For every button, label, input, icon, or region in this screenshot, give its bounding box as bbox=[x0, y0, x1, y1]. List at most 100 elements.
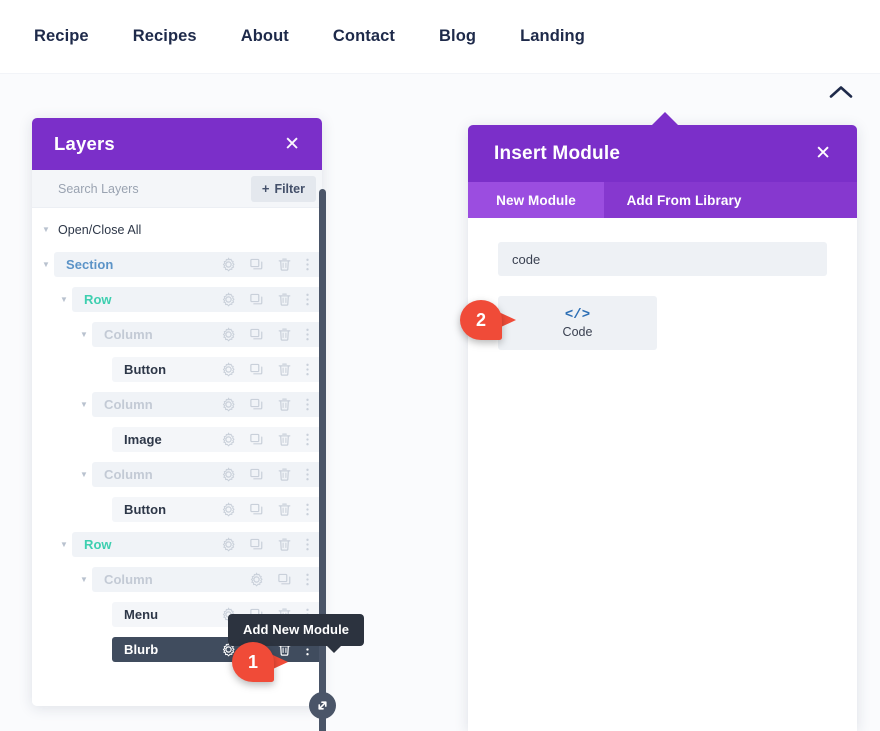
gear-icon[interactable] bbox=[249, 572, 264, 587]
dots-icon[interactable] bbox=[305, 502, 310, 517]
filter-button[interactable]: + Filter bbox=[250, 175, 316, 202]
tree-row-label: Image bbox=[124, 432, 162, 447]
trash-icon[interactable] bbox=[277, 537, 292, 552]
tree-row-pill[interactable]: Column bbox=[92, 567, 322, 592]
dots-icon[interactable] bbox=[305, 537, 310, 552]
trash-icon[interactable] bbox=[277, 502, 292, 517]
duplicate-icon[interactable] bbox=[249, 397, 264, 412]
tree-row-button-3[interactable]: Button bbox=[98, 357, 322, 382]
add-new-module-tooltip: Add New Module bbox=[228, 614, 365, 653]
gear-icon[interactable] bbox=[221, 292, 236, 307]
dots-icon[interactable] bbox=[305, 292, 310, 307]
tree-row-pill[interactable]: Button bbox=[112, 357, 322, 382]
tree-row-image-5[interactable]: Image bbox=[98, 427, 322, 452]
tree-row-actions bbox=[221, 362, 314, 377]
tree-row-actions bbox=[221, 537, 314, 552]
nav-item-about[interactable]: About bbox=[241, 27, 289, 46]
duplicate-icon[interactable] bbox=[249, 327, 264, 342]
nav-item-recipes[interactable]: Recipes bbox=[133, 27, 197, 46]
tree-row-pill[interactable]: Row bbox=[72, 287, 322, 312]
tree-row-row-1[interactable]: ▼ Row bbox=[58, 287, 322, 312]
dots-icon[interactable] bbox=[305, 362, 310, 377]
top-navigation: Recipe Recipes About Contact Blog Landin… bbox=[0, 0, 880, 74]
tree-row-column-9[interactable]: ▼ Column bbox=[78, 567, 322, 592]
tree-row-actions bbox=[249, 572, 314, 587]
search-layers-input[interactable] bbox=[58, 181, 251, 196]
dots-icon[interactable] bbox=[305, 327, 310, 342]
tree-row-column-6[interactable]: ▼ Column bbox=[78, 462, 322, 487]
tree-row-actions bbox=[221, 502, 314, 517]
duplicate-icon[interactable] bbox=[249, 292, 264, 307]
layers-scrollbar[interactable] bbox=[319, 189, 326, 731]
gear-icon[interactable] bbox=[221, 467, 236, 482]
caret-down-icon[interactable]: ▼ bbox=[78, 470, 90, 479]
nav-item-recipe[interactable]: Recipe bbox=[34, 27, 89, 46]
gear-icon[interactable] bbox=[221, 432, 236, 447]
dots-icon[interactable] bbox=[305, 397, 310, 412]
caret-down-icon[interactable]: ▼ bbox=[78, 400, 90, 409]
caret-down-icon[interactable]: ▼ bbox=[58, 540, 70, 549]
tree-row-label: Row bbox=[84, 292, 112, 307]
gear-icon[interactable] bbox=[221, 537, 236, 552]
tree-row-label: Menu bbox=[124, 607, 159, 622]
gear-icon[interactable] bbox=[221, 327, 236, 342]
tree-row-button-7[interactable]: Button bbox=[98, 497, 322, 522]
nav-item-contact[interactable]: Contact bbox=[333, 27, 395, 46]
tree-row-column-2[interactable]: ▼ Column bbox=[78, 322, 322, 347]
duplicate-icon[interactable] bbox=[249, 467, 264, 482]
tree-row-pill[interactable]: Row bbox=[72, 532, 322, 557]
caret-down-icon[interactable]: ▼ bbox=[78, 330, 90, 339]
gear-icon[interactable] bbox=[221, 397, 236, 412]
duplicate-icon[interactable] bbox=[249, 257, 264, 272]
tree-row-section-0[interactable]: ▼ Section bbox=[40, 252, 322, 277]
module-search-input[interactable] bbox=[498, 242, 827, 276]
trash-icon[interactable] bbox=[277, 257, 292, 272]
close-icon[interactable]: ✕ bbox=[815, 144, 831, 163]
layers-tree: ▼ Section ▼ Row ▼ Column Button ▼ Column Image ▼ Co… bbox=[32, 252, 322, 662]
tree-row-row-8[interactable]: ▼ Row bbox=[58, 532, 322, 557]
trash-icon[interactable] bbox=[277, 397, 292, 412]
module-results-grid: </> Code bbox=[498, 296, 827, 350]
tree-row-label: Column bbox=[104, 327, 153, 342]
duplicate-icon[interactable] bbox=[249, 537, 264, 552]
tab-add-from-library[interactable]: Add From Library bbox=[604, 182, 764, 218]
panel-resize-handle[interactable] bbox=[309, 692, 336, 719]
tree-row-pill[interactable]: Column bbox=[92, 392, 322, 417]
duplicate-icon[interactable] bbox=[249, 502, 264, 517]
dots-icon[interactable] bbox=[305, 432, 310, 447]
duplicate-icon[interactable] bbox=[249, 432, 264, 447]
tree-row-pill[interactable]: Button bbox=[112, 497, 322, 522]
trash-icon[interactable] bbox=[277, 292, 292, 307]
trash-icon[interactable] bbox=[277, 432, 292, 447]
caret-down-icon[interactable]: ▼ bbox=[58, 295, 70, 304]
gear-icon[interactable] bbox=[221, 502, 236, 517]
gear-icon[interactable] bbox=[221, 362, 236, 377]
tab-new-module[interactable]: New Module bbox=[468, 182, 604, 218]
tree-row-pill[interactable]: Section bbox=[54, 252, 322, 277]
layers-panel-header: Layers ✕ bbox=[32, 118, 322, 170]
gear-icon[interactable] bbox=[221, 257, 236, 272]
close-icon[interactable]: ✕ bbox=[284, 135, 300, 154]
tree-row-column-4[interactable]: ▼ Column bbox=[78, 392, 322, 417]
duplicate-icon[interactable] bbox=[249, 362, 264, 377]
tree-row-actions bbox=[221, 467, 314, 482]
dots-icon[interactable] bbox=[305, 572, 310, 587]
duplicate-icon[interactable] bbox=[277, 572, 292, 587]
trash-icon[interactable] bbox=[277, 327, 292, 342]
nav-item-blog[interactable]: Blog bbox=[439, 27, 476, 46]
tree-row-pill[interactable]: Image bbox=[112, 427, 322, 452]
caret-down-icon[interactable]: ▼ bbox=[40, 225, 52, 234]
tree-row-pill[interactable]: Column bbox=[92, 322, 322, 347]
dots-icon[interactable] bbox=[305, 257, 310, 272]
trash-icon[interactable] bbox=[277, 362, 292, 377]
tree-row-open-close-all[interactable]: ▼ Open/Close All bbox=[40, 217, 322, 242]
dots-icon[interactable] bbox=[305, 467, 310, 482]
tree-row-pill[interactable]: Column bbox=[92, 462, 322, 487]
module-card-code[interactable]: </> Code bbox=[498, 296, 657, 350]
caret-down-icon[interactable]: ▼ bbox=[40, 260, 52, 269]
trash-icon[interactable] bbox=[277, 467, 292, 482]
insert-module-title: Insert Module bbox=[494, 142, 621, 164]
nav-item-landing[interactable]: Landing bbox=[520, 27, 585, 46]
chevron-up-icon[interactable] bbox=[820, 74, 862, 110]
caret-down-icon[interactable]: ▼ bbox=[78, 575, 90, 584]
